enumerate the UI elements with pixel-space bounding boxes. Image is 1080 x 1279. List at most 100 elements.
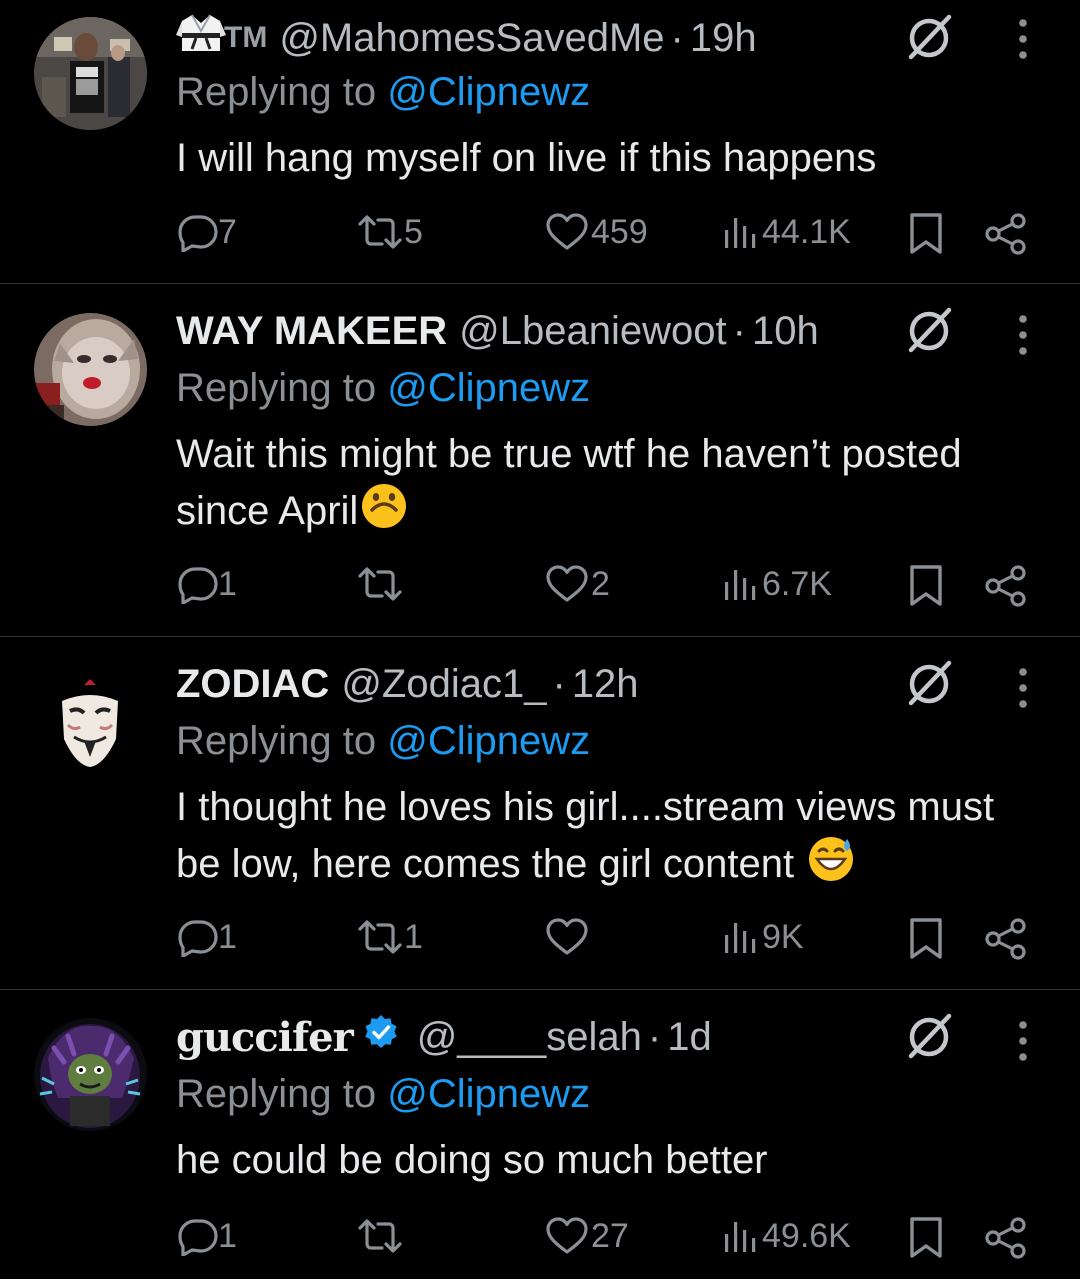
views-button[interactable]: 9K [722, 917, 804, 957]
share-icon [984, 212, 1028, 256]
tweet-text: I will hang myself on live if this happe… [176, 136, 877, 180]
replying-to-link[interactable]: @Clipnewz [387, 70, 590, 114]
retweet-button[interactable]: 1 [356, 917, 423, 957]
bookmark-icon [908, 564, 944, 608]
replying-to: Replying to @Clipnewz [176, 366, 590, 411]
timestamp[interactable]: 10h [752, 309, 819, 354]
bookmark-button[interactable] [908, 1216, 944, 1260]
handle[interactable]: @MahomesSavedMe [279, 16, 664, 61]
views-icon [722, 917, 762, 957]
tweet-header: ZODIAC @Zodiac1_ · 12h [176, 656, 639, 712]
bookmark-button[interactable] [908, 564, 944, 608]
like-count: 459 [591, 212, 648, 251]
tweet-header: TM @MahomesSavedMe · 19h [176, 10, 757, 66]
like-count: 2 [591, 564, 610, 603]
avatar[interactable] [34, 661, 147, 774]
display-name[interactable]: guccifer [176, 1014, 354, 1061]
display-name[interactable]: WAY MAKEER [176, 309, 447, 354]
like-button[interactable] [545, 917, 591, 957]
tweet-text-line-1: I thought he loves his girl....stream vi… [176, 785, 995, 829]
tweet-text-line-2-text: since April [176, 489, 359, 533]
bookmark-button[interactable] [908, 917, 944, 961]
retweet-button[interactable]: 5 [356, 212, 423, 252]
tweet-4[interactable]: guccifer @____selah · 1d Replying to @Cl… [0, 990, 1080, 1279]
reply-button[interactable]: 1 [178, 564, 237, 604]
views-button[interactable]: 6.7K [722, 564, 832, 604]
separator-dot: · [670, 15, 684, 60]
verified-badge-icon [363, 1014, 399, 1060]
share-button[interactable] [984, 917, 1028, 961]
avatar[interactable] [34, 313, 147, 426]
tweet-header: guccifer @____selah · 1d [176, 1009, 712, 1065]
like-button[interactable]: 459 [545, 212, 648, 252]
retweet-count: 1 [404, 917, 423, 956]
replying-to-link[interactable]: @Clipnewz [387, 366, 590, 410]
tweet-3[interactable]: ZODIAC @Zodiac1_ · 12h Replying to @Clip… [0, 637, 1080, 989]
tweet-1[interactable]: TM @MahomesSavedMe · 19h Replying to @Cl… [0, 0, 1080, 283]
timestamp[interactable]: 1d [667, 1015, 712, 1060]
bookmark-button[interactable] [908, 212, 944, 256]
tweet-text-line-2: since April [176, 482, 1056, 545]
like-button[interactable]: 27 [545, 1216, 629, 1256]
view-count: 44.1K [762, 212, 851, 251]
timestamp[interactable]: 19h [690, 16, 757, 61]
retweet-icon [356, 212, 404, 252]
replying-to-label: Replying to [176, 1072, 388, 1116]
share-icon [984, 564, 1028, 608]
tweet-header: WAY MAKEER @Lbeaniewoot · 10h [176, 303, 819, 359]
share-button[interactable] [984, 1216, 1028, 1260]
share-icon [984, 917, 1028, 961]
heart-icon [545, 212, 589, 252]
more-options-icon[interactable] [1010, 310, 1036, 360]
tweet-text: I thought he loves his girl....stream vi… [176, 779, 1056, 898]
replying-to-label: Replying to [176, 719, 388, 763]
tweet-text: he could be doing so much better [176, 1138, 768, 1182]
retweet-icon [356, 917, 404, 957]
grok-icon[interactable] [905, 12, 955, 62]
replying-to-link[interactable]: @Clipnewz [387, 719, 590, 763]
retweet-button[interactable] [356, 564, 404, 604]
separator-dot: · [732, 308, 746, 353]
retweet-count: 5 [404, 212, 423, 251]
avatar[interactable] [34, 1018, 147, 1131]
grok-icon[interactable] [905, 1011, 955, 1061]
reply-button[interactable]: 1 [178, 917, 237, 957]
bookmark-icon [908, 917, 944, 961]
replying-to: Replying to @Clipnewz [176, 1072, 590, 1117]
avatar[interactable] [34, 17, 147, 130]
handle[interactable]: @Lbeaniewoot [459, 309, 726, 354]
reply-count: 1 [218, 564, 237, 603]
replying-to: Replying to @Clipnewz [176, 719, 590, 764]
tweet-text: Wait this might be true wtf he haven’t p… [176, 426, 1056, 545]
replying-to-link[interactable]: @Clipnewz [387, 1072, 590, 1116]
more-options-icon[interactable] [1010, 14, 1036, 64]
reply-count: 7 [218, 212, 237, 251]
replying-to: Replying to @Clipnewz [176, 70, 590, 115]
like-count: 27 [591, 1216, 629, 1255]
reply-button[interactable]: 1 [178, 1216, 237, 1256]
handle[interactable]: @Zodiac1_ [341, 662, 546, 707]
more-options-icon[interactable] [1010, 663, 1036, 713]
like-button[interactable]: 2 [545, 564, 610, 604]
views-icon [722, 1216, 762, 1256]
karate-gi-emoji-icon [176, 11, 226, 65]
more-options-icon[interactable] [1010, 1016, 1036, 1066]
views-button[interactable]: 44.1K [722, 212, 851, 252]
display-name-suffix: TM [224, 21, 268, 54]
views-button[interactable]: 49.6K [722, 1216, 851, 1256]
grok-icon[interactable] [905, 305, 955, 355]
tweet-2[interactable]: WAY MAKEER @Lbeaniewoot · 10h Replying t… [0, 284, 1080, 636]
handle[interactable]: @____selah [417, 1015, 642, 1060]
bookmark-icon [908, 212, 944, 256]
reply-count: 1 [218, 917, 237, 956]
share-button[interactable] [984, 212, 1028, 256]
display-name[interactable]: ZODIAC [176, 662, 329, 707]
share-icon [984, 1216, 1028, 1260]
view-count: 49.6K [762, 1216, 851, 1255]
share-button[interactable] [984, 564, 1028, 608]
grok-icon[interactable] [905, 658, 955, 708]
timestamp[interactable]: 12h [572, 662, 639, 707]
reply-icon [178, 917, 218, 957]
retweet-button[interactable] [356, 1216, 404, 1256]
reply-button[interactable]: 7 [178, 212, 237, 252]
